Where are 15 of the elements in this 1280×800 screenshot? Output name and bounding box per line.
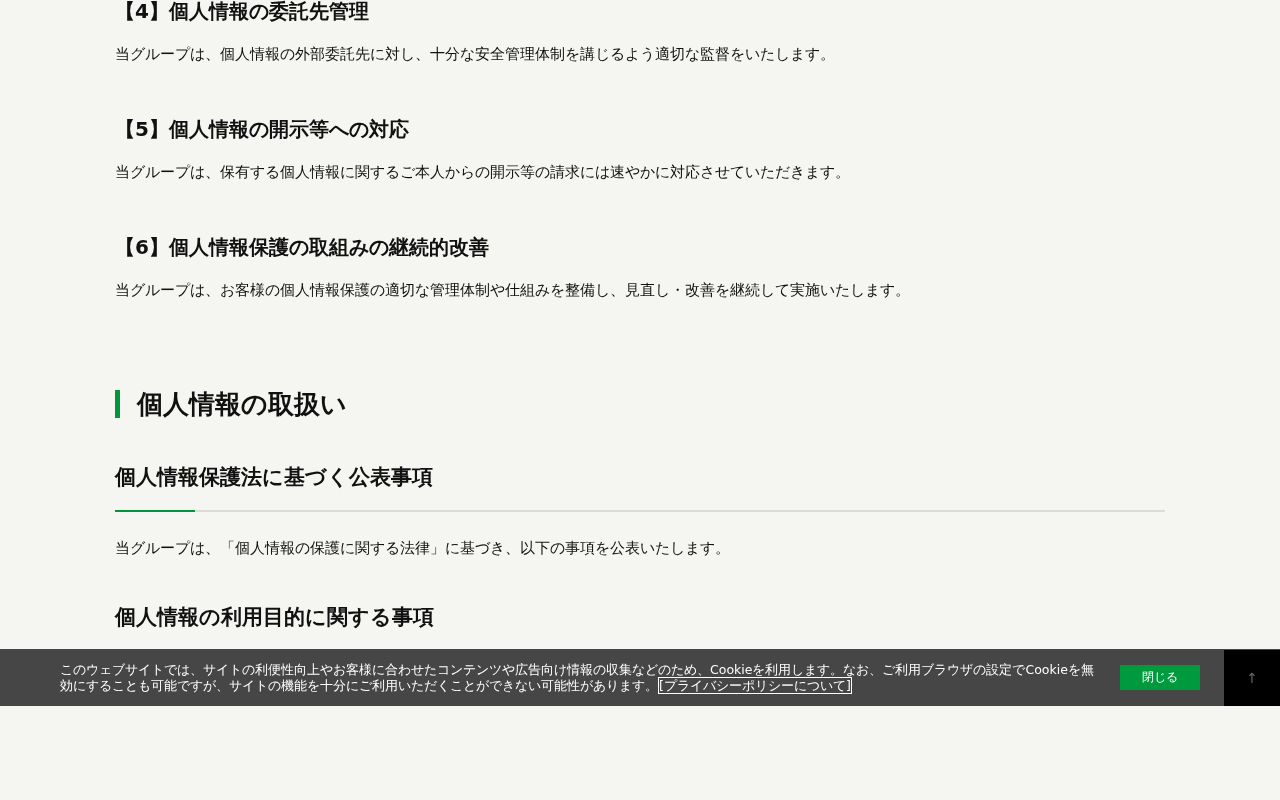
cookie-notice: このウェブサイトでは、サイトの利便性向上やお客様に合わせたコンテンツや広告向け情報の収集などのため、Cookieを利用します。なお、ご利用ブラウザの設定でCookieを無効にすることも可能ですが、サイトの機能を十分にご利用いただくことができない可能性があります。[プライバシーポリシーについて]	[60, 661, 1095, 694]
item-heading: 【6】個人情報保護の取組みの継続的改善	[115, 235, 490, 259]
subsection-title: 個人情報保護法に基づく公表事項	[115, 464, 434, 491]
item-paragraph: 当グループは、個人情報の外部委託先に対し、十分な安全管理体制を講じるよう適切な監督をいたします。	[115, 44, 836, 65]
item-paragraph: 当グループは、保有する個人情報に関するご本人からの開示等の請求には速やかに対応させていただきます。	[115, 162, 851, 183]
section-title: 個人情報の取扱い	[137, 388, 347, 420]
subsection-paragraph: 当グループは、「個人情報の保護に関する法律」に基づき、以下の事項を公表いたします。	[115, 538, 731, 559]
back-to-top-button[interactable]: ↑	[1224, 649, 1280, 706]
close-button[interactable]: 閉じる	[1120, 665, 1200, 690]
item-heading: 【5】個人情報の開示等への対応	[115, 117, 410, 141]
accent-bar	[115, 390, 120, 418]
item-paragraph: 当グループは、お客様の個人情報保護の適切な管理体制や仕組みを整備し、見直し・改善を継続して実施いたします。	[115, 280, 911, 301]
privacy-policy-link[interactable]: [プライバシーポリシーについて]	[658, 676, 852, 694]
subsection-title: 個人情報の利用目的に関する事項	[115, 604, 435, 631]
item-heading: 【4】個人情報の委託先管理	[115, 0, 370, 23]
